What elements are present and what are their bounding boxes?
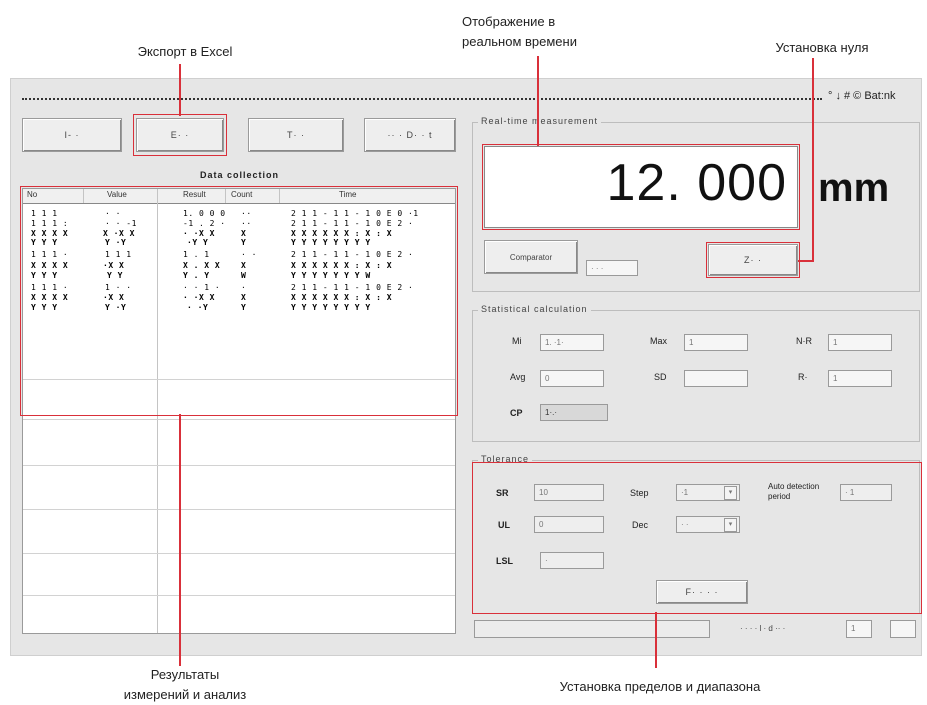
annotation-realtime: Отображение в реальном времени	[462, 12, 652, 52]
comparator-button[interactable]: Comparator	[484, 240, 578, 274]
connector-zero-v	[812, 58, 814, 262]
highlight-zero	[706, 242, 800, 278]
connector-zero-h	[798, 260, 814, 262]
status-bar-text: · · · · l · d ·· ·	[740, 624, 786, 633]
annotation-limits: Установка пределов и диапазона	[559, 679, 761, 694]
status-field-1[interactable]: 1	[846, 620, 872, 638]
stat-field-nr: 1	[828, 334, 892, 351]
annotation-results-line2: измерений и анализ	[123, 687, 247, 702]
stat-label-avg: Avg	[510, 372, 526, 382]
data-collection-title: Data collection	[200, 170, 280, 180]
statistics-legend: Statistical calculation	[478, 304, 591, 314]
stat-label-min: Mi	[512, 336, 522, 346]
stat-label-r: R·	[798, 372, 808, 382]
realtime-unit: mm	[818, 166, 890, 210]
title-bar-dots	[22, 98, 822, 100]
stat-label-sd: SD	[654, 372, 667, 382]
annotation-realtime-line2: реальном времени	[462, 34, 577, 49]
stat-field-sd	[684, 370, 748, 387]
highlight-realtime	[482, 144, 800, 230]
status-field-2[interactable]	[890, 620, 916, 638]
annotation-results-line1: Результаты	[150, 667, 220, 682]
status-indicators: ° ↓ # © Bat:nk	[828, 90, 896, 102]
stat-field-r: 1	[828, 370, 892, 387]
annotation-export: Экспорт в Excel	[137, 44, 233, 59]
data-button[interactable]: ·· · D· · t	[364, 118, 456, 152]
highlight-export	[133, 114, 227, 156]
annotation-zero: Установка нуля	[775, 40, 869, 55]
import-button[interactable]: I- ·	[22, 118, 122, 152]
highlight-limits	[472, 462, 922, 614]
connector-limits	[655, 612, 657, 668]
annotation-results: Результаты измерений и анализ	[100, 665, 270, 705]
realtime-legend: Real-time measurement	[478, 116, 602, 126]
status-bar-message	[474, 620, 710, 638]
stat-field-max: 1	[684, 334, 748, 351]
stat-field-min: 1. ·1·	[540, 334, 604, 351]
test-button[interactable]: T· ·	[248, 118, 344, 152]
annotation-realtime-line1: Отображение в	[462, 14, 556, 29]
comparator-field[interactable]: · · ·	[586, 260, 638, 276]
connector-results	[179, 414, 181, 666]
stat-label-nr: N·R	[796, 336, 812, 346]
stat-field-avg: 0	[540, 370, 604, 387]
connector-export	[179, 64, 181, 116]
highlight-results	[20, 186, 458, 416]
stat-field-cp: 1·.·	[540, 404, 608, 421]
stat-label-cp: CP	[510, 408, 523, 418]
connector-realtime	[537, 56, 539, 146]
stat-label-max: Max	[650, 336, 668, 346]
